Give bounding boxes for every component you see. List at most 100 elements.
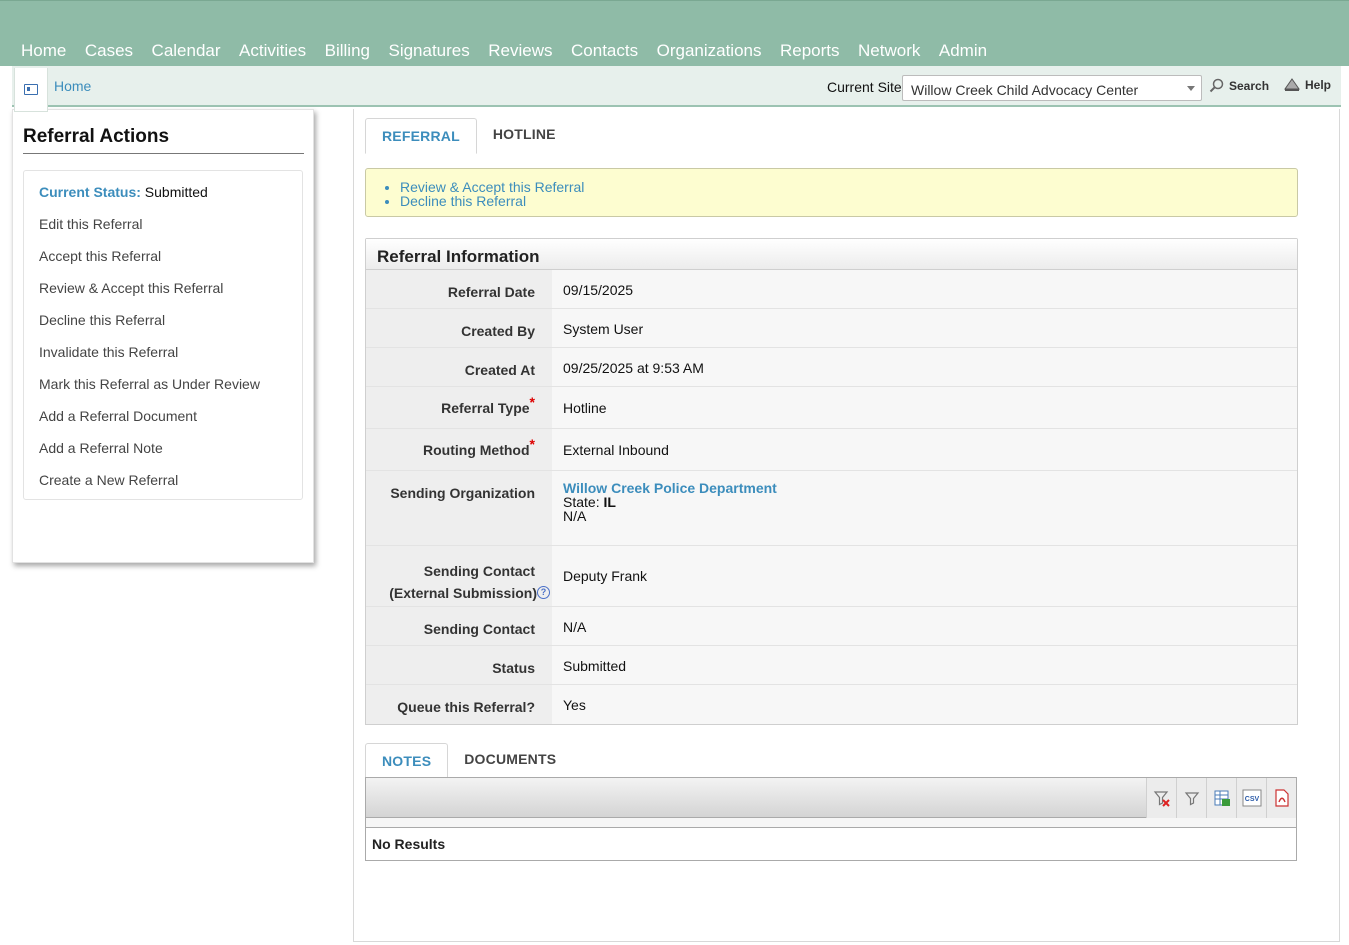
sending-org-link[interactable]: Willow Creek Police Department bbox=[563, 481, 1297, 495]
field-label-line2: (External Submission)? bbox=[366, 582, 551, 604]
help-circle-icon[interactable]: ? bbox=[537, 586, 550, 599]
referral-type-value: Hotline bbox=[552, 387, 1297, 428]
nav-item-organizations[interactable]: Organizations bbox=[657, 41, 762, 61]
notice-review-accept-link[interactable]: Review & Accept this Referral bbox=[400, 180, 584, 194]
help-icon bbox=[1284, 78, 1300, 91]
nav-item-calendar[interactable]: Calendar bbox=[152, 41, 221, 61]
search-label: Search bbox=[1229, 78, 1270, 93]
nav-item-activities[interactable]: Activities bbox=[239, 41, 306, 61]
help-label: Help bbox=[1305, 78, 1332, 92]
referral-tabs: REFERRAL HOTLINE bbox=[365, 118, 572, 154]
section-title: Referral Information bbox=[366, 239, 1297, 270]
tab-documents[interactable]: DOCUMENTS bbox=[448, 741, 572, 777]
notes-grid: CSV No Results bbox=[365, 777, 1297, 861]
notice-box: Review & Accept this Referral Decline th… bbox=[365, 168, 1298, 217]
sending-contact-ext-value: Deputy Frank bbox=[552, 546, 1297, 606]
current-status-label: Current Status: bbox=[39, 184, 141, 200]
status-value: Submitted bbox=[552, 646, 1297, 684]
field-row: Routing Method* External Inbound bbox=[366, 429, 1297, 471]
field-label: Sending Organization bbox=[366, 471, 552, 545]
field-label: Sending Contact bbox=[423, 563, 535, 579]
field-label-wrap: Routing Method* bbox=[366, 429, 552, 470]
nav-item-home[interactable]: Home bbox=[21, 41, 66, 61]
excel-export-icon bbox=[1214, 790, 1230, 806]
routing-method-value: External Inbound bbox=[552, 429, 1297, 470]
search-button[interactable]: Search bbox=[1209, 78, 1269, 93]
clear-filter-button[interactable] bbox=[1146, 778, 1176, 818]
field-row: Sending Organization Willow Creek Police… bbox=[366, 471, 1297, 546]
panel-title: Referral Actions bbox=[23, 126, 170, 147]
action-edit-referral[interactable]: Edit this Referral bbox=[39, 216, 260, 248]
notice-decline-link[interactable]: Decline this Referral bbox=[400, 194, 584, 208]
action-add-note[interactable]: Add a Referral Note bbox=[39, 440, 260, 472]
nav-item-contacts[interactable]: Contacts bbox=[571, 41, 638, 61]
search-icon bbox=[1209, 78, 1224, 93]
action-create-referral[interactable]: Create a New Referral bbox=[39, 472, 260, 504]
field-label: Referral Date bbox=[366, 270, 552, 308]
tab-notes[interactable]: NOTES bbox=[365, 743, 449, 779]
field-label: Created By bbox=[366, 309, 552, 347]
nav-item-reviews[interactable]: Reviews bbox=[488, 41, 552, 61]
field-row: Referral Date 09/15/2025 bbox=[366, 270, 1297, 309]
nav-item-billing[interactable]: Billing bbox=[325, 41, 370, 61]
no-results-message: No Results bbox=[372, 836, 446, 852]
required-marker: * bbox=[529, 394, 535, 410]
field-label: Created At bbox=[366, 348, 552, 386]
action-invalidate-referral[interactable]: Invalidate this Referral bbox=[39, 344, 260, 376]
state-value: IL bbox=[603, 494, 616, 510]
sidebar-toggle-icon bbox=[24, 84, 38, 95]
field-label: Referral Type bbox=[441, 400, 530, 416]
field-row: Sending Contact (External Submission)? D… bbox=[366, 546, 1297, 607]
field-row: Created By System User bbox=[366, 309, 1297, 348]
action-decline-referral[interactable]: Decline this Referral bbox=[39, 312, 260, 344]
field-row: Created At 09/25/2025 at 9:53 AM bbox=[366, 348, 1297, 387]
top-nav: Home Cases Calendar Activities Billing S… bbox=[0, 0, 1349, 66]
nav-item-cases[interactable]: Cases bbox=[85, 41, 133, 61]
filter-button[interactable] bbox=[1176, 778, 1206, 818]
actions-box: Current Status: Submitted Edit this Refe… bbox=[23, 170, 303, 500]
sending-org-state: State: IL bbox=[563, 495, 1297, 509]
notes-tabs: NOTES DOCUMENTS bbox=[365, 743, 572, 779]
action-add-document[interactable]: Add a Referral Document bbox=[39, 408, 260, 440]
nav-item-admin[interactable]: Admin bbox=[939, 41, 987, 61]
field-row: Referral Type* Hotline bbox=[366, 387, 1297, 429]
divider bbox=[23, 153, 304, 154]
csv-export-icon: CSV bbox=[1242, 789, 1261, 807]
current-site-select[interactable]: Willow Creek Child Advocacy Center bbox=[902, 75, 1202, 101]
field-label: Status bbox=[366, 646, 552, 684]
nav-item-signatures[interactable]: Signatures bbox=[388, 41, 469, 61]
pdf-export-button[interactable] bbox=[1266, 778, 1296, 818]
field-label: Sending Contact bbox=[366, 607, 552, 645]
action-review-accept-referral[interactable]: Review & Accept this Referral bbox=[39, 280, 260, 312]
help-button[interactable]: Help bbox=[1284, 78, 1331, 92]
tab-referral[interactable]: REFERRAL bbox=[365, 118, 477, 154]
breadcrumb-home[interactable]: Home bbox=[54, 78, 91, 94]
action-mark-under-review[interactable]: Mark this Referral as Under Review bbox=[39, 376, 260, 408]
csv-export-button[interactable]: CSV bbox=[1236, 778, 1266, 818]
current-site-value: Willow Creek Child Advocacy Center bbox=[911, 82, 1139, 98]
field-label: Routing Method bbox=[423, 442, 530, 458]
excel-export-button[interactable] bbox=[1206, 778, 1236, 818]
field-row: Queue this Referral? Yes bbox=[366, 685, 1297, 724]
created-by-value: System User bbox=[552, 309, 1297, 347]
sending-contact-value: N/A bbox=[552, 607, 1297, 645]
csv-glyph: CSV bbox=[1244, 796, 1259, 803]
sending-org-value: Willow Creek Police Department State: IL… bbox=[552, 471, 1297, 545]
queue-value: Yes bbox=[552, 685, 1297, 724]
field-label-wrap: Referral Type* bbox=[366, 387, 552, 428]
field-label: (External Submission) bbox=[389, 585, 537, 601]
created-at-value: 09/25/2025 at 9:53 AM bbox=[552, 348, 1297, 386]
field-row: Status Submitted bbox=[366, 646, 1297, 685]
action-accept-referral[interactable]: Accept this Referral bbox=[39, 248, 260, 280]
current-status: Current Status: Submitted bbox=[39, 184, 208, 200]
tab-hotline[interactable]: HOTLINE bbox=[477, 116, 572, 152]
sub-bar: Home Current Site Willow Creek Child Adv… bbox=[12, 66, 1341, 112]
grid-header bbox=[366, 818, 1296, 828]
current-status-value: Submitted bbox=[144, 184, 208, 200]
filter-icon bbox=[1184, 792, 1199, 806]
notice-list: Review & Accept this Referral Decline th… bbox=[400, 180, 584, 208]
nav-item-network[interactable]: Network bbox=[858, 41, 920, 61]
field-row: Sending Contact N/A bbox=[366, 607, 1297, 646]
nav-item-reports[interactable]: Reports bbox=[780, 41, 840, 61]
sidebar-toggle-button[interactable] bbox=[14, 68, 48, 112]
